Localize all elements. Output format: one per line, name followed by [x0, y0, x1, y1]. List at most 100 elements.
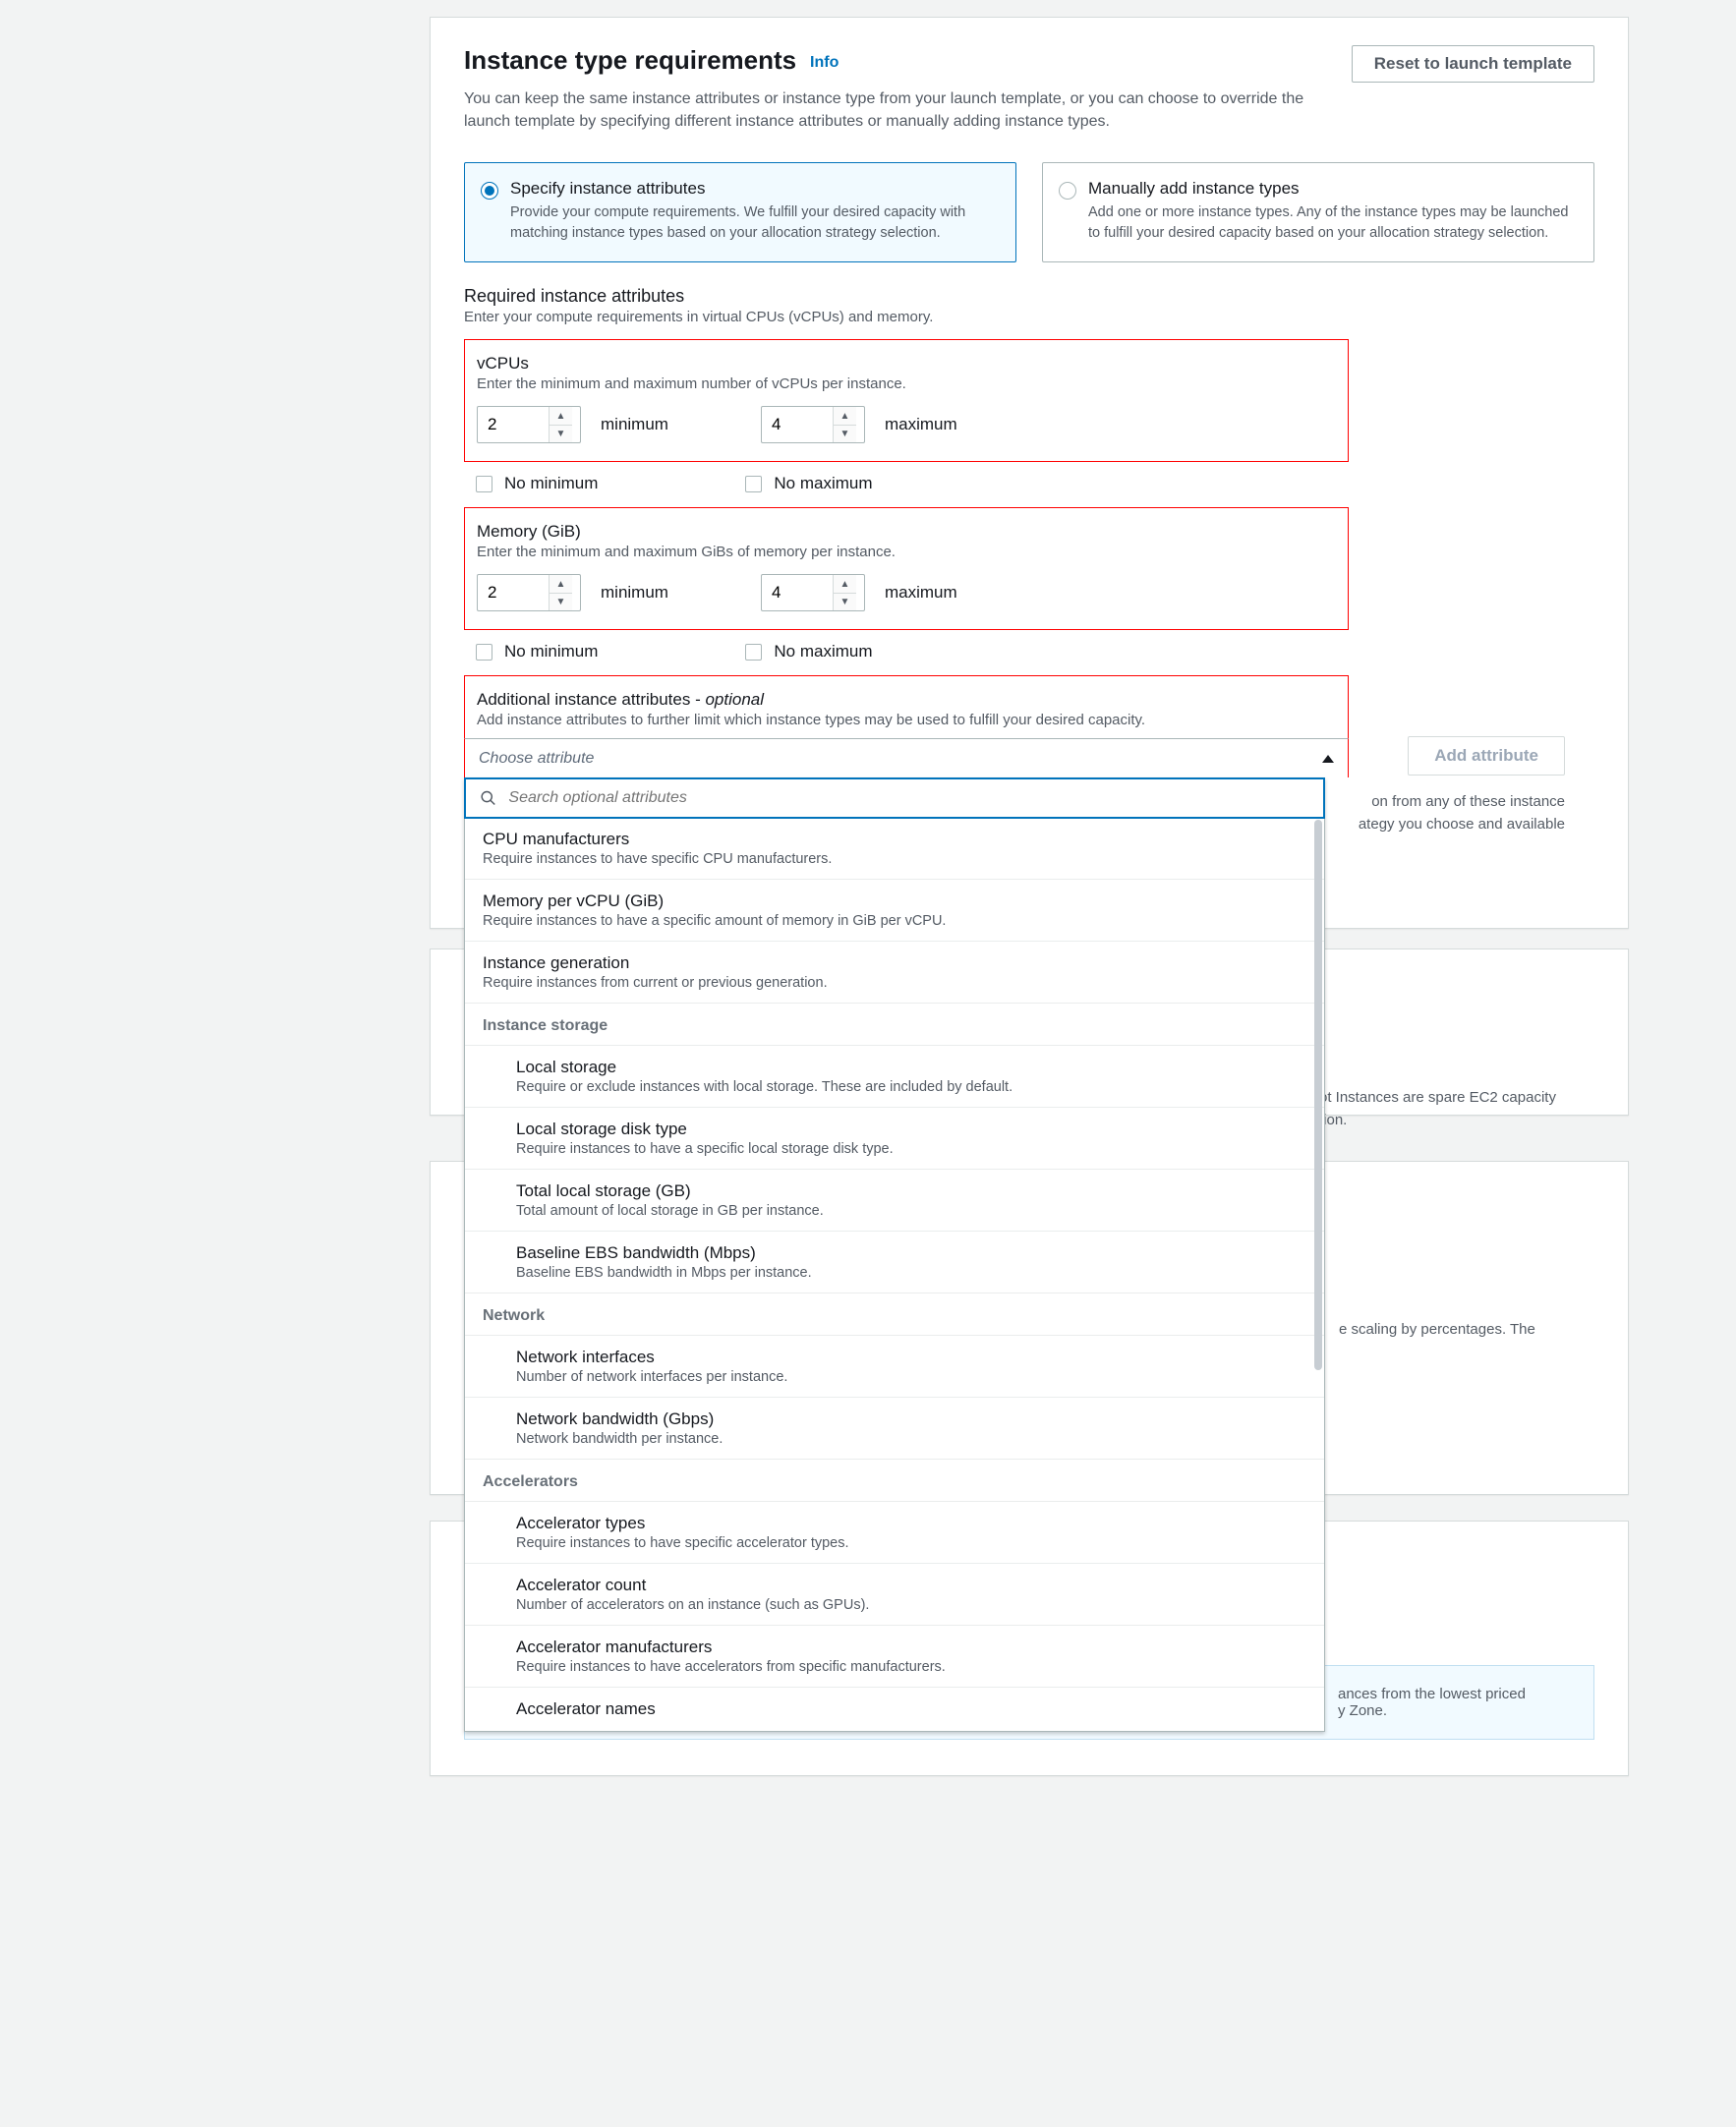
memory-desc: Enter the minimum and maximum GiBs of me… — [477, 544, 1336, 560]
radio-specify[interactable] — [481, 182, 498, 200]
dropdown-option-title: Network interfaces — [516, 1348, 1306, 1367]
additional-heading: Additional instance attributes - — [477, 690, 705, 709]
vcpus-min-field[interactable] — [478, 407, 549, 442]
dropdown-option[interactable]: Accelerator count Number of accelerators … — [465, 1564, 1324, 1626]
dropdown-option[interactable]: CPU manufacturers Require instances to ha… — [465, 818, 1324, 880]
tile-specify-desc: Provide your compute requirements. We fu… — [510, 202, 996, 244]
dropdown-option-desc: Require or exclude instances with local … — [516, 1079, 1306, 1095]
dropdown-option[interactable]: Total local storage (GB) Total amount of … — [465, 1170, 1324, 1232]
dropdown-option-desc: Network bandwidth per instance. — [516, 1431, 1306, 1447]
dropdown-option-title: Local storage — [516, 1058, 1306, 1077]
additional-optional: optional — [705, 690, 764, 709]
dropdown-group-header: Accelerators — [465, 1460, 1324, 1502]
vcpus-no-max-check[interactable]: No maximum — [745, 474, 872, 493]
dropdown-option-title: Accelerator names — [516, 1699, 1306, 1719]
dropdown-option-title: Instance generation — [483, 953, 1306, 973]
dropdown-option[interactable]: Local storage disk typeRequire instances… — [465, 1108, 1324, 1170]
dropdown-option-title: Network bandwidth (Gbps) — [516, 1409, 1306, 1429]
dropdown-option-desc: Require instances from current or previo… — [483, 975, 1306, 991]
dropdown-option[interactable]: Accelerator names — [465, 1688, 1324, 1731]
dropdown-option-desc: Baseline EBS bandwidth in Mbps per insta… — [516, 1265, 1306, 1281]
info-link[interactable]: Info — [810, 54, 839, 71]
dropdown-option[interactable]: Baseline EBS bandwidth (Mbps) Baseline EB… — [465, 1232, 1324, 1293]
additional-box: Additional instance attributes - optiona… — [464, 675, 1349, 777]
dropdown-option-title: Total local storage (GB) — [516, 1181, 1306, 1201]
dropdown-option-title: Accelerator count — [516, 1576, 1306, 1595]
dropdown-option[interactable]: Accelerator types Require instances to ha… — [465, 1502, 1324, 1564]
tile-specify-attributes[interactable]: Specify instance attributes Provide your… — [464, 162, 1016, 262]
tile-manual-title: Manually add instance types — [1088, 179, 1574, 199]
scaling-text-fragment: e scaling by percentages. The — [1339, 1319, 1594, 1342]
dropdown-option[interactable]: Network bandwidth (Gbps) Network bandwidt… — [465, 1398, 1324, 1460]
tile-manual-desc: Add one or more instance types. Any of t… — [1088, 202, 1574, 244]
memory-no-min-check[interactable]: No minimum — [476, 642, 598, 661]
dropdown-option[interactable]: Local storage Require or exclude instance… — [465, 1046, 1324, 1108]
required-heading: Required instance attributes — [464, 286, 1594, 307]
dropdown-option-title: CPU manufacturers — [483, 830, 1306, 849]
caret-up-icon — [1322, 755, 1334, 763]
tile-specify-title: Specify instance attributes — [510, 179, 996, 199]
section-title: Instance type requirements — [464, 45, 796, 76]
vcpus-max-up[interactable]: ▲ — [834, 407, 856, 426]
dropdown-option-title: Baseline EBS bandwidth (Mbps) — [516, 1243, 1306, 1263]
memory-max-field[interactable] — [762, 575, 833, 610]
checkbox-icon — [745, 644, 762, 661]
dropdown-option-desc: Require instances to have a specific amo… — [483, 913, 1306, 929]
dropdown-option-title: Memory per vCPU (GiB) — [483, 891, 1306, 911]
add-attribute-button[interactable]: Add attribute — [1408, 736, 1565, 776]
scrollbar-thumb[interactable] — [1314, 820, 1322, 1370]
memory-max-label: maximum — [885, 583, 957, 603]
spot-text-fragment: ot Instances are spare EC2 capacity tion… — [1319, 1087, 1594, 1131]
dropdown-option[interactable]: Network interfaces Number of network inte… — [465, 1336, 1324, 1398]
vcpus-max-field[interactable] — [762, 407, 833, 442]
dropdown-option-desc: Number of accelerators on an instance (s… — [516, 1597, 1306, 1613]
vcpus-max-input[interactable]: ▲ ▼ — [761, 406, 865, 443]
search-icon — [480, 789, 496, 807]
required-desc: Enter your compute requirements in virtu… — [464, 309, 1594, 325]
dropdown-option-desc: Require instances to have specific accel… — [516, 1535, 1306, 1551]
memory-min-input[interactable]: ▲ ▼ — [477, 574, 581, 611]
dropdown-option[interactable]: Instance generation Require instances fro… — [465, 942, 1324, 1004]
memory-label: Memory (GiB) — [477, 522, 1336, 542]
vcpus-box: vCPUs Enter the minimum and maximum numb… — [464, 339, 1349, 462]
dropdown-option-title: Accelerator types — [516, 1514, 1306, 1533]
vcpus-no-min-check[interactable]: No minimum — [476, 474, 598, 493]
attribute-dropdown-toggle[interactable]: Choose attribute — [464, 738, 1349, 777]
dropdown-option-desc: Require instances to have accelerators f… — [516, 1659, 1306, 1675]
dropdown-option-desc: Number of network interfaces per instanc… — [516, 1369, 1306, 1385]
radio-manual[interactable] — [1059, 182, 1076, 200]
vcpus-max-label: maximum — [885, 415, 957, 434]
dropdown-option-desc: Require instances to have a specific loc… — [516, 1141, 1306, 1157]
vcpus-min-down[interactable]: ▼ — [550, 426, 572, 443]
additional-desc: Add instance attributes to further limit… — [477, 712, 1336, 728]
memory-box: Memory (GiB) Enter the minimum and maxim… — [464, 507, 1349, 630]
dropdown-option[interactable]: Memory per vCPU (GiB) Require instances t… — [465, 880, 1324, 942]
dropdown-group-header: Instance storage — [465, 1004, 1324, 1046]
dropdown-option-desc: Require instances to have specific CPU m… — [483, 851, 1306, 867]
instance-type-panel: Instance type requirements Info You can … — [430, 17, 1629, 929]
vcpus-label: vCPUs — [477, 354, 1336, 374]
checkbox-icon — [476, 476, 492, 492]
dropdown-option-desc: Total amount of local storage in GB per … — [516, 1203, 1306, 1219]
tile-manual-add[interactable]: Manually add instance types Add one or m… — [1042, 162, 1594, 262]
checkbox-icon — [476, 644, 492, 661]
vcpus-min-input[interactable]: ▲ ▼ — [477, 406, 581, 443]
mem-max-up[interactable]: ▲ — [834, 575, 856, 594]
memory-min-field[interactable] — [478, 575, 549, 610]
mem-min-down[interactable]: ▼ — [550, 594, 572, 611]
vcpus-min-up[interactable]: ▲ — [550, 407, 572, 426]
memory-no-max-check[interactable]: No maximum — [745, 642, 872, 661]
attribute-search-input[interactable] — [506, 788, 1309, 808]
memory-min-label: minimum — [601, 583, 668, 603]
mem-min-up[interactable]: ▲ — [550, 575, 572, 594]
attribute-search[interactable] — [464, 777, 1325, 819]
vcpus-desc: Enter the minimum and maximum number of … — [477, 375, 1336, 392]
section-description: You can keep the same instance attribute… — [464, 87, 1352, 133]
reset-button[interactable]: Reset to launch template — [1352, 45, 1594, 83]
memory-max-input[interactable]: ▲ ▼ — [761, 574, 865, 611]
dropdown-option-title: Accelerator manufacturers — [516, 1638, 1306, 1657]
dropdown-option[interactable]: Accelerator manufacturers Require instanc… — [465, 1626, 1324, 1688]
mem-max-down[interactable]: ▼ — [834, 594, 856, 611]
checkbox-icon — [745, 476, 762, 492]
vcpus-max-down[interactable]: ▼ — [834, 426, 856, 443]
